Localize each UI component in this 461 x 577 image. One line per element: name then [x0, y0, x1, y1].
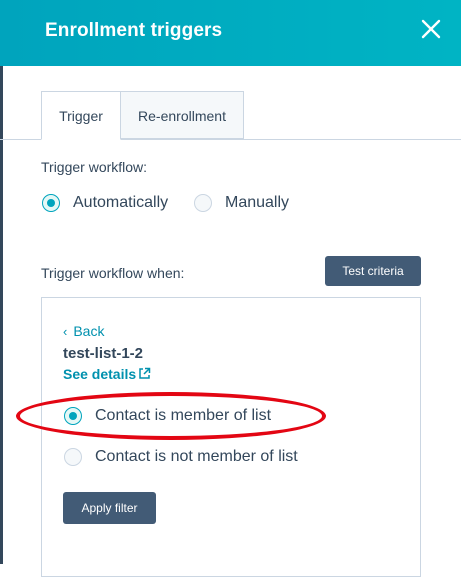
radio-not-member-of-list[interactable]	[64, 448, 82, 466]
radio-member-of-list[interactable]	[64, 407, 82, 425]
external-link-icon[interactable]	[138, 367, 151, 380]
radio-member-of-list-label[interactable]: Contact is member of list	[95, 407, 271, 425]
back-link[interactable]: ‹ Back	[63, 323, 104, 339]
test-criteria-button[interactable]: Test criteria	[325, 256, 421, 286]
trigger-workflow-label: Trigger workflow:	[41, 159, 148, 175]
list-name: test-list-1-2	[63, 345, 144, 362]
close-icon[interactable]	[419, 17, 443, 41]
radio-manually[interactable]	[194, 194, 212, 212]
trigger-when-label: Trigger workflow when:	[41, 265, 185, 281]
apply-filter-button[interactable]: Apply filter	[63, 492, 156, 524]
radio-automatically[interactable]	[42, 194, 60, 212]
left-edge-strip	[0, 0, 3, 564]
radio-not-member-of-list-label[interactable]: Contact is not member of list	[95, 448, 298, 466]
tab-trigger[interactable]: Trigger	[41, 91, 121, 140]
see-details-link[interactable]: See details	[63, 366, 136, 382]
filter-panel	[41, 297, 421, 577]
panel-header: Enrollment triggers	[3, 0, 461, 66]
panel-title: Enrollment triggers	[45, 20, 223, 41]
back-link-label: Back	[73, 323, 105, 339]
chevron-left-icon: ‹	[63, 324, 68, 339]
radio-manually-label[interactable]: Manually	[225, 194, 289, 212]
radio-automatically-label[interactable]: Automatically	[73, 194, 168, 212]
tab-re-enrollment[interactable]: Re-enrollment	[120, 91, 244, 139]
